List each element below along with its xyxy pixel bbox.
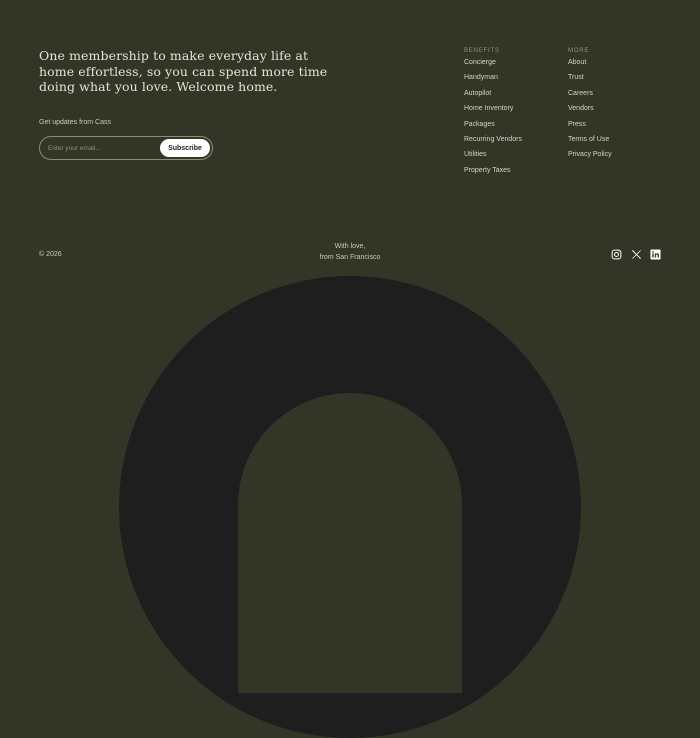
link-trust[interactable]: Trust	[568, 74, 612, 89]
link-terms-of-use[interactable]: Terms of Use	[568, 136, 612, 151]
newsletter-label: Get updates from Cass	[39, 119, 111, 126]
link-recurring-vendors[interactable]: Recurring Vendors	[464, 136, 522, 151]
link-utilities[interactable]: Utilities	[464, 151, 522, 166]
instagram-icon[interactable]	[611, 249, 622, 260]
more-title: MORE	[568, 48, 590, 54]
email-input[interactable]	[48, 142, 158, 154]
link-property-taxes[interactable]: Property Taxes	[464, 167, 522, 182]
link-packages[interactable]: Packages	[464, 121, 522, 136]
more-column: MORE About Trust Careers Vendors Press T…	[568, 48, 612, 167]
with-love-note: With love, from San Francisco	[0, 241, 700, 263]
link-home-inventory[interactable]: Home Inventory	[464, 105, 522, 120]
link-handyman[interactable]: Handyman	[464, 74, 522, 89]
benefits-title: BENEFITS	[464, 48, 500, 54]
link-vendors[interactable]: Vendors	[568, 105, 612, 120]
link-autopilot[interactable]: Autopilot	[464, 90, 522, 105]
link-privacy-policy[interactable]: Privacy Policy	[568, 151, 612, 166]
x-icon[interactable]	[631, 249, 642, 260]
link-concierge[interactable]: Concierge	[464, 59, 522, 74]
footer-tagline: One membership to make everyday life at …	[39, 48, 328, 94]
link-about[interactable]: About	[568, 59, 612, 74]
subscribe-button[interactable]: Subscribe	[160, 139, 210, 157]
linkedin-icon[interactable]	[650, 249, 661, 260]
link-careers[interactable]: Careers	[568, 90, 612, 105]
arch-opening	[238, 393, 462, 693]
link-press[interactable]: Press	[568, 121, 612, 136]
with-love-line-1: With love,	[334, 243, 366, 250]
with-love-line-2: from San Francisco	[319, 254, 381, 261]
newsletter-form: Subscribe	[39, 136, 213, 160]
benefits-column: BENEFITS Concierge Handyman Autopilot Ho…	[464, 48, 522, 182]
